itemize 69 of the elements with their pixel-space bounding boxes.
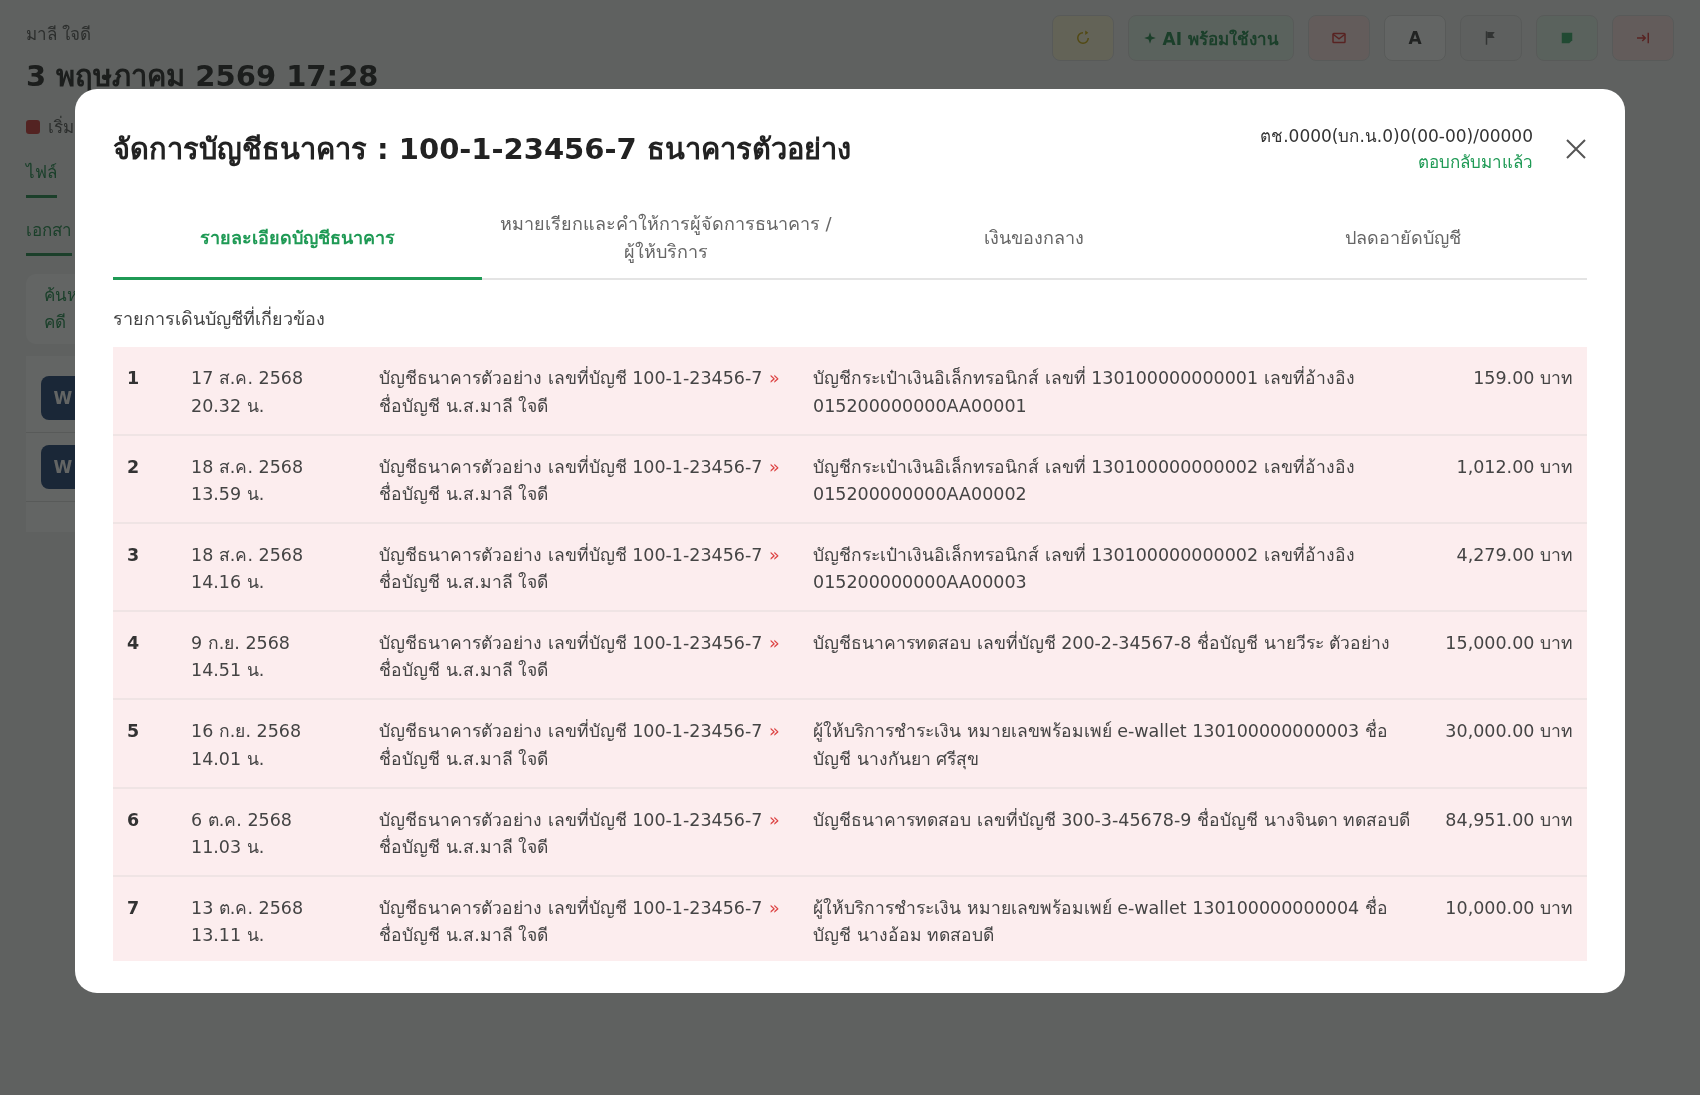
case-status: ตอบกลับมาแล้ว — [1418, 151, 1533, 175]
amount: 10,000.00 บาท — [1444, 896, 1573, 920]
arrow-mark: » — [769, 720, 781, 744]
dialog-title: จัดการบัญชีธนาคาร : 100-1-23456-7 ธนาคารตัวอย่าง — [113, 131, 852, 169]
transaction-time: 11.03 น. — [191, 835, 266, 859]
arrow-mark: » — [769, 632, 781, 656]
source-account: บัญชีธนาคารตัวอย่าง เลขที่บัญชี 100-1-23456-7 ชื่อบัญชี น.ส.มาลี ใจดี — [379, 807, 764, 859]
source-account: บัญชีธนาคารตัวอย่าง เลขที่บัญชี 100-1-23456-7 ชื่อบัญชี น.ส.มาลี ใจดี — [379, 542, 764, 595]
amount: 84,951.00 บาท — [1444, 808, 1573, 832]
destination-account: บัญชีกระเป๋าเงินอิเล็กทรอนิกส์ เลขที่ 130100000000002 เลขที่อ้างอิง 015200000000AA00002 — [813, 454, 1356, 506]
transaction-date: 18 ส.ค. 2568 — [191, 543, 305, 567]
row-number: 3 — [127, 543, 141, 567]
font-button[interactable]: A — [1384, 15, 1446, 61]
transaction-time: 14.16 น. — [191, 571, 266, 595]
amount: 30,000.00 บาท — [1444, 720, 1573, 744]
amount: 159.00 บาท — [1472, 367, 1573, 391]
case-number: ตช.0000(บก.น.0)0(00-00)/00000 — [1260, 125, 1533, 148]
transaction-time: 13.59 น. — [191, 482, 266, 506]
transaction-date: 9 ก.ย. 2568 — [191, 632, 291, 656]
arrow-mark: » — [769, 367, 781, 391]
transaction-time: 20.32 น. — [191, 394, 266, 418]
section-title: รายการเดินบัญชีที่เกี่ยวข้อง — [113, 305, 326, 332]
destination-account: บัญชีกระเป๋าเงินอิเล็กทรอนิกส์ เลขที่ 130100000000001 เลขที่อ้างอิง 015200000000AA00001 — [813, 365, 1356, 418]
destination-account: บัญชีธนาคารทดสอบ เลขที่บัญชี 300-3-45678-9 ชื่อบัญชี นางจินดา ทดสอบดี — [813, 807, 1412, 832]
toolbar-button[interactable] — [1612, 15, 1674, 61]
close-button[interactable] — [1565, 138, 1587, 161]
row-number: 5 — [127, 720, 141, 744]
arrow-mark: » — [769, 543, 781, 567]
row-number: 4 — [127, 632, 141, 656]
transaction-date: 17 ส.ค. 2568 — [191, 367, 305, 391]
row-number: 2 — [127, 455, 141, 479]
toolbar-button[interactable] — [1308, 15, 1370, 61]
transaction-date: 18 ส.ค. 2568 — [191, 455, 305, 479]
amount: 15,000.00 บาท — [1444, 632, 1573, 656]
transaction-date: 13 ต.ค. 2568 — [191, 896, 305, 920]
close-icon — [1565, 138, 1587, 161]
toolbar-button[interactable] — [1460, 15, 1522, 61]
arrow-mark: » — [769, 808, 781, 832]
arrow-mark: » — [769, 896, 781, 920]
source-account: บัญชีธนาคารตัวอย่าง เลขที่บัญชี 100-1-23456-7 ชื่อบัญชี น.ส.มาลี ใจดี — [379, 454, 764, 506]
transaction-time: 13.11 น. — [191, 924, 266, 948]
destination-account: ผู้ให้บริการชำระเงิน หมายเลขพร้อมเพย์ e-wallet 130100000000004 ชื่อบัญชี นางอ้อม ทดสอบดี — [813, 895, 1389, 948]
source-account: บัญชีธนาคารตัวอย่าง เลขที่บัญชี 100-1-23456-7 ชื่อบัญชี น.ส.มาลี ใจดี — [379, 895, 764, 948]
row-number: 7 — [127, 896, 141, 920]
tab[interactable]: เงินของกลาง — [850, 209, 1219, 281]
tab[interactable]: เอกสา — [26, 204, 72, 256]
tab[interactable]: ปลดอายัดบัญชี — [1218, 209, 1587, 281]
destination-account: บัญชีธนาคารทดสอบ เลขที่บัญชี 200-2-34567-8 ชื่อบัญชี นายวีระ ตัวอย่าง — [813, 630, 1392, 656]
destination-account: ผู้ให้บริการชำระเงิน หมายเลขพร้อมเพย์ e-wallet 130100000000003 ชื่อบัญชี นางกันยา ศรีสุข — [813, 718, 1389, 772]
destination-account: บัญชีกระเป๋าเงินอิเล็กทรอนิกส์ เลขที่ 130100000000002 เลขที่อ้างอิง 015200000000AA00003 — [813, 542, 1356, 595]
row-number: 6 — [127, 808, 141, 832]
amount: 4,279.00 บาท — [1455, 543, 1573, 567]
transaction-time: 14.51 น. — [191, 659, 266, 683]
transaction-date: 6 ต.ค. 2568 — [191, 808, 293, 832]
row-number: 1 — [127, 367, 141, 391]
ai-status-button[interactable]: AI พร้อมใช้งาน — [1127, 15, 1294, 61]
transaction-time: 14.01 น. — [191, 747, 266, 771]
toolbar-button[interactable] — [1536, 15, 1598, 61]
tab[interactable]: ไฟล์ — [26, 146, 57, 198]
page-heading: 3 พฤษภาคม 2569 17:28 — [26, 58, 379, 95]
source-account: บัญชีธนาคารตัวอย่าง เลขที่บัญชี 100-1-23456-7 ชื่อบัญชี น.ส.มาลี ใจดี — [379, 718, 764, 771]
toolbar-button[interactable] — [1051, 15, 1114, 61]
tab[interactable]: รายละเอียดบัญชีธนาคาร — [113, 209, 482, 281]
amount: 1,012.00 บาท — [1455, 455, 1573, 479]
transaction-date: 16 ก.ย. 2568 — [191, 720, 303, 744]
tab[interactable]: หมายเรียกและคำให้การผู้จัดการธนาคาร / ผู้ให้บริการ — [481, 209, 850, 281]
source-account: บัญชีธนาคารตัวอย่าง เลขที่บัญชี 100-1-23456-7 ชื่อบัญชี น.ส.มาลี ใจดี — [379, 630, 764, 683]
source-account: บัญชีธนาคารตัวอย่าง เลขที่บัญชี 100-1-23456-7 ชื่อบัญชี น.ส.มาลี ใจดี — [379, 365, 764, 418]
arrow-mark: » — [769, 455, 781, 479]
